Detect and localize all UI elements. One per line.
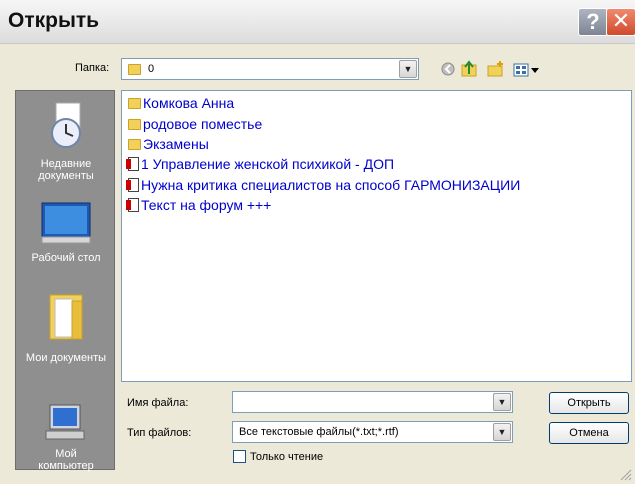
my-documents-icon [49,294,83,340]
place-label: Мои документы [25,352,107,364]
places-bar: Недавние документы Рабочий стол Мои доку… [15,90,116,472]
file-list[interactable]: Комкова Анна родовое поместье Экзамены 1… [121,90,632,382]
readonly-checkbox[interactable] [233,450,246,463]
new-folder-icon[interactable] [487,61,503,77]
folder-combo[interactable]: 0 ▼ [121,58,419,80]
list-item[interactable]: Экзамены [128,136,209,152]
list-item[interactable]: Нужна критика специалистов на способ ГАР… [126,177,520,193]
place-label: Недавние [40,158,92,170]
resize-grip-icon[interactable] [619,468,633,482]
place-my-computer[interactable]: Мой компьютер [16,401,116,472]
place-recent-documents[interactable]: Недавние документы [16,99,116,182]
document-icon [126,157,139,171]
filename-label: Имя файла: [127,397,189,409]
place-label: документы [38,170,94,182]
dialog-title: Открыть [8,9,100,32]
folder-icon [128,64,141,75]
chevron-down-icon[interactable]: ▼ [493,393,511,411]
place-label: Мой [55,448,77,460]
toolbar [440,58,560,80]
place-my-documents[interactable]: Мои документы [16,289,116,364]
cancel-button[interactable]: Отмена [549,422,629,444]
open-button[interactable]: Открыть [549,392,629,414]
toolbar-icons [441,60,539,77]
chevron-down-icon[interactable]: ▼ [399,60,417,78]
desktop-icon [41,202,91,244]
close-button[interactable]: ✕ [606,8,635,36]
place-label: компьютер [38,460,94,472]
help-button[interactable]: ? [578,8,608,36]
up-folder-icon[interactable] [461,60,477,77]
folder-icon [128,98,141,109]
list-item[interactable]: родовое поместье [128,116,262,132]
filetype-value: Все текстовые файлы(*.txt;*.rtf) [239,426,399,438]
back-icon[interactable] [441,62,455,76]
list-item[interactable]: Комкова Анна [128,95,234,111]
document-icon [126,178,139,192]
recent-documents-icon [51,102,81,148]
document-icon [126,198,139,212]
place-label: Рабочий стол [31,252,101,264]
filetype-label: Тип файлов: [127,427,192,439]
list-item[interactable]: Текст на форум +++ [126,197,271,213]
title-bar: Открыть ? ✕ [0,0,635,44]
folder-value: 0 [148,63,155,75]
folder-icon [128,119,141,130]
filename-field[interactable]: ▼ [232,391,513,413]
view-menu-icon[interactable] [513,63,539,77]
list-item[interactable]: 1 Управление женской психикой - ДОП [126,156,394,172]
place-desktop[interactable]: Рабочий стол [16,199,116,264]
folder-icon [128,139,141,150]
my-computer-icon [45,404,85,440]
folder-label: Папка: [75,62,110,74]
chevron-down-icon[interactable]: ▼ [493,423,511,441]
filetype-select[interactable]: Все текстовые файлы(*.txt;*.rtf) ▼ [232,421,513,443]
readonly-label: Только чтение [250,451,324,463]
